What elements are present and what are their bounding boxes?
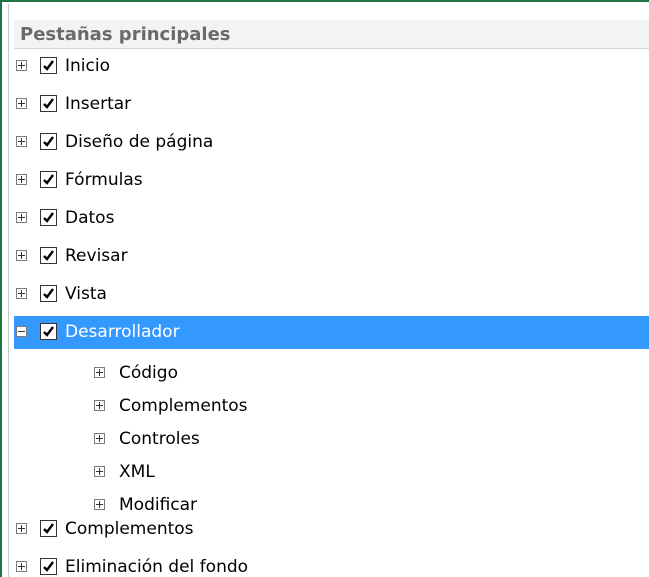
tree-subitem-label: Complementos — [119, 396, 248, 416]
checkmark-icon — [43, 136, 54, 147]
checkbox-checked[interactable] — [40, 558, 57, 575]
expand-plus-icon[interactable] — [16, 523, 27, 534]
expand-plus-icon[interactable] — [16, 136, 27, 147]
tree-subitem-codigo[interactable]: Código — [14, 357, 649, 390]
tree-item-insertar[interactable]: Insertar — [14, 88, 649, 121]
tree-subitem-complementos[interactable]: Complementos — [14, 390, 649, 423]
tree-item-eliminacion-del-fondo[interactable]: Eliminación del fondo — [14, 551, 649, 577]
checkbox-checked[interactable] — [40, 323, 57, 340]
collapse-minus-icon[interactable] — [16, 326, 27, 337]
tree-item-desarrollador[interactable]: Desarrollador — [14, 316, 649, 349]
main-tabs-header: Pestañas principales — [14, 20, 649, 49]
checkbox-checked[interactable] — [40, 171, 57, 188]
checkbox-checked[interactable] — [40, 285, 57, 302]
tree-subitem-xml[interactable]: XML — [14, 456, 649, 489]
tree-item-diseno-de-pagina[interactable]: Diseño de página — [14, 126, 649, 159]
checkbox-checked[interactable] — [40, 133, 57, 150]
expand-plus-icon[interactable] — [16, 60, 27, 71]
checkmark-icon — [43, 174, 54, 185]
tree-item-label: Complementos — [65, 519, 194, 539]
checkbox-checked[interactable] — [40, 247, 57, 264]
expand-plus-icon[interactable] — [16, 288, 27, 299]
tree-item-label: Revisar — [65, 246, 128, 266]
checkmark-icon — [43, 212, 54, 223]
expand-plus-icon[interactable] — [16, 250, 27, 261]
checkbox-checked[interactable] — [40, 95, 57, 112]
panel-left-divider — [8, 4, 9, 577]
expand-plus-icon[interactable] — [16, 212, 27, 223]
expand-plus-icon[interactable] — [16, 174, 27, 185]
tree-item-datos[interactable]: Datos — [14, 202, 649, 235]
tree-item-label: Datos — [65, 208, 115, 228]
checkbox-checked[interactable] — [40, 209, 57, 226]
tree-item-label: Insertar — [65, 94, 132, 114]
tree-item-revisar[interactable]: Revisar — [14, 240, 649, 273]
expand-plus-icon[interactable] — [94, 433, 105, 444]
expand-plus-icon[interactable] — [16, 561, 27, 572]
expand-plus-icon[interactable] — [94, 367, 105, 378]
customize-ribbon-panel: Pestañas principales Inicio Insertar Dis… — [0, 0, 649, 577]
tree-item-label: Inicio — [65, 56, 110, 76]
expand-plus-icon[interactable] — [94, 400, 105, 411]
expand-plus-icon[interactable] — [94, 466, 105, 477]
tree-item-inicio[interactable]: Inicio — [14, 50, 649, 83]
checkmark-icon — [43, 60, 54, 71]
tree-item-label: Eliminación del fondo — [65, 557, 249, 577]
tree-item-label: Diseño de página — [65, 132, 214, 152]
checkmark-icon — [43, 98, 54, 109]
tree-subitem-controles[interactable]: Controles — [14, 423, 649, 456]
tree-subitem-label: Controles — [119, 429, 200, 449]
tree-item-formulas[interactable]: Fórmulas — [14, 164, 649, 197]
expand-plus-icon[interactable] — [16, 98, 27, 109]
checkmark-icon — [43, 288, 54, 299]
tree-item-vista[interactable]: Vista — [14, 278, 649, 311]
checkmark-icon — [43, 326, 54, 337]
tree-item-label: Vista — [65, 284, 107, 304]
tree-subitem-label: XML — [119, 462, 155, 482]
checkmark-icon — [43, 523, 54, 534]
tree-item-label: Fórmulas — [65, 170, 143, 190]
checkmark-icon — [43, 250, 54, 261]
tree-subitem-label: Código — [119, 363, 178, 383]
tree-item-complementos[interactable]: Complementos — [14, 513, 649, 546]
checkmark-icon — [43, 561, 54, 572]
tree-item-label: Desarrollador — [65, 322, 180, 342]
expand-plus-icon[interactable] — [94, 499, 105, 510]
checkbox-checked[interactable] — [40, 57, 57, 74]
checkbox-checked[interactable] — [40, 520, 57, 537]
